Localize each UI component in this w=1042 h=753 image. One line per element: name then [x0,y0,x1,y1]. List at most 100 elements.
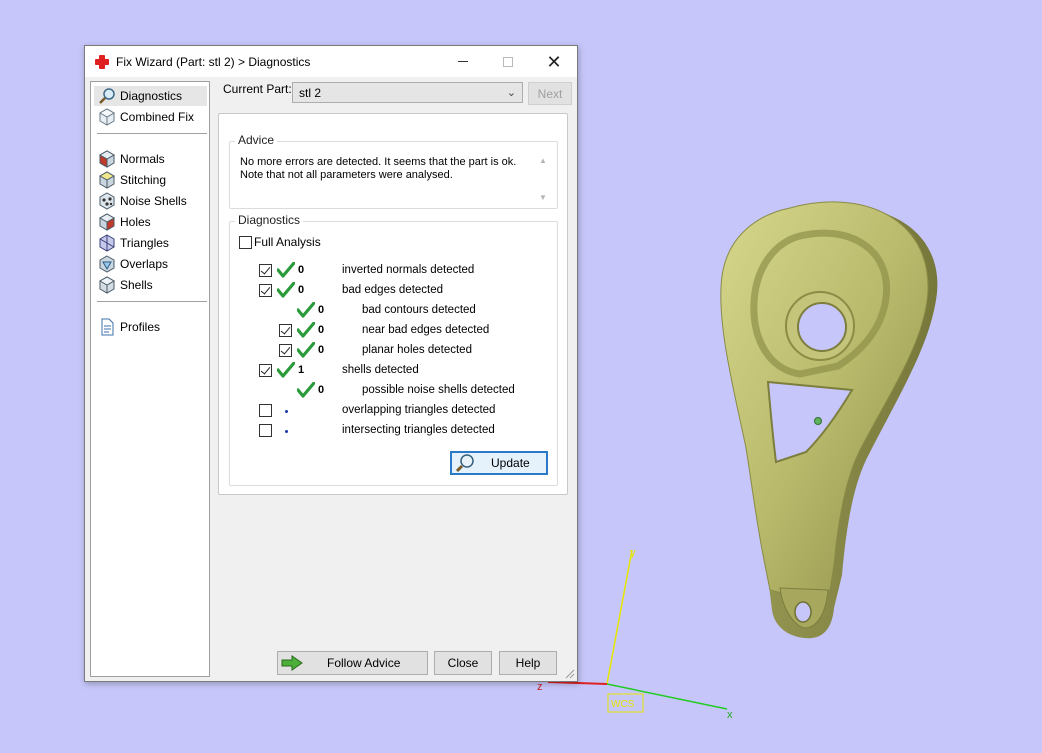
sidebar-item-label: Shells [120,278,153,292]
magnifier-icon [455,453,475,473]
holes-cube-icon [98,213,116,231]
close-icon: ✕ [546,51,562,72]
diagnostic-text: planar holes detected [362,344,472,356]
follow-advice-label: Follow Advice [327,656,401,670]
diagnostic-text: inverted normals detected [342,264,475,276]
advice-title: Advice [235,133,278,147]
close-window-button[interactable]: ✕ [531,46,577,77]
window-title: Fix Wizard (Part: stl 2) > Diagnostics [116,54,311,69]
triangles-cube-icon [98,234,116,252]
next-button[interactable]: Next [528,82,572,105]
noise-shells-cube-icon [98,192,116,210]
green-check-icon [296,341,316,358]
advice-text: No more errors are detected. It seems th… [240,156,530,182]
sidebar-item-stitching[interactable]: Stitching [94,170,207,190]
diagnostic-checkbox[interactable] [259,424,272,437]
diagnostic-text: bad contours detected [362,304,476,316]
diagnostic-text: shells detected [342,364,419,376]
resize-grip-icon[interactable] [563,667,575,679]
sidebar-item-combined-fix[interactable]: Combined Fix [94,107,207,127]
sidebar-separator [97,133,207,134]
help-button[interactable]: Help [499,651,557,675]
diagnostic-text: bad edges detected [342,284,444,296]
scroll-up-icon[interactable]: ▲ [537,156,549,165]
stitching-cube-icon [98,171,116,189]
stl-model[interactable] [720,201,938,639]
advice-line-1: No more errors are detected. It seems th… [240,156,517,168]
diagnostic-checkbox[interactable] [259,264,272,277]
green-check-icon [276,261,296,278]
sidebar-item-label: Holes [120,215,151,229]
sidebar-item-normals[interactable]: Normals [94,149,207,169]
diagnostic-count: 0 [298,284,305,296]
current-part-dropdown[interactable]: stl 2 ⌄ [292,82,523,103]
green-check-icon [296,321,316,338]
diagnostic-count: 1 [298,364,305,376]
diagnostic-text: possible noise shells detected [362,384,515,396]
diagnostic-checkbox[interactable] [279,344,292,357]
advice-scrollbar[interactable]: ▲ ▼ [537,156,549,202]
current-part-value: stl 2 [299,86,322,100]
sidebar-item-label: Normals [120,152,165,166]
diagnostic-text: overlapping triangles detected [342,404,496,416]
advice-group: Advice No more errors are detected. It s… [229,133,558,209]
title-bar[interactable]: Fix Wizard (Part: stl 2) > Diagnostics ✕ [85,46,577,77]
diagnostic-count: 0 [318,304,325,316]
diagnostic-text: intersecting triangles detected [342,424,495,436]
green-check-icon [276,281,296,298]
axis-y-label: y [630,547,636,559]
update-label: Update [491,456,530,470]
axis-x-label: x [727,709,733,721]
diagnostics-panel: Advice No more errors are detected. It s… [218,113,568,495]
green-check-icon [296,301,316,318]
sidebar-item-label: Combined Fix [120,110,195,124]
advice-line-2: Note that not all parameters were analys… [240,169,453,181]
diagnostic-checkbox[interactable] [259,284,272,297]
not-analysed-dot-icon [285,430,288,433]
sidebar-item-noise-shells[interactable]: Noise Shells [94,191,207,211]
diagnostic-count: 0 [298,264,305,276]
scroll-down-icon[interactable]: ▼ [537,193,549,202]
sidebar-item-label: Noise Shells [120,194,187,208]
red-cross-app-icon [94,54,110,70]
update-button[interactable]: Update [450,451,548,475]
wizard-sidebar: Diagnostics Combined Fix Normals Stitchi… [90,81,210,677]
fix-wizard-window: Fix Wizard (Part: stl 2) > Diagnostics ✕… [84,45,578,682]
sidebar-item-triangles[interactable]: Triangles [94,233,207,253]
diagnostics-title: Diagnostics [235,213,304,227]
sidebar-item-profiles[interactable]: Profiles [94,317,207,337]
diagnostic-count: 0 [318,384,325,396]
diagnostic-checkbox[interactable] [259,404,272,417]
full-analysis-label: Full Analysis [254,235,321,249]
combined-fix-icon [98,108,116,126]
current-part-label: Current Part: [223,82,292,96]
maximize-icon [503,56,513,67]
sidebar-item-label: Profiles [120,320,161,334]
sidebar-item-label: Diagnostics [120,89,183,103]
sidebar-item-holes[interactable]: Holes [94,212,207,232]
full-analysis-checkbox[interactable] [239,236,252,249]
sidebar-item-diagnostics[interactable]: Diagnostics [94,86,207,106]
diagnostic-checkbox[interactable] [279,324,292,337]
diagnostic-text: near bad edges detected [362,324,490,336]
close-button[interactable]: Close [434,651,492,675]
sidebar-separator [97,301,207,302]
overlaps-cube-icon [98,255,116,273]
sidebar-item-label: Stitching [120,173,167,187]
not-analysed-dot-icon [285,410,288,413]
minimize-icon [458,61,468,62]
sidebar-item-label: Triangles [120,236,169,250]
sidebar-item-overlaps[interactable]: Overlaps [94,254,207,274]
magnifier-icon [98,87,116,105]
follow-advice-button[interactable]: Follow Advice [277,651,428,675]
wcs-label: WCS [611,699,635,710]
maximize-button[interactable] [485,46,531,77]
chevron-down-icon: ⌄ [506,87,516,99]
axis-z-label: z [537,681,543,693]
green-check-icon [276,361,296,378]
sidebar-item-shells[interactable]: Shells [94,275,207,295]
minimize-button[interactable] [440,46,486,77]
diagnostic-checkbox[interactable] [259,364,272,377]
profiles-document-icon [98,318,116,336]
normals-cube-icon [98,150,116,168]
